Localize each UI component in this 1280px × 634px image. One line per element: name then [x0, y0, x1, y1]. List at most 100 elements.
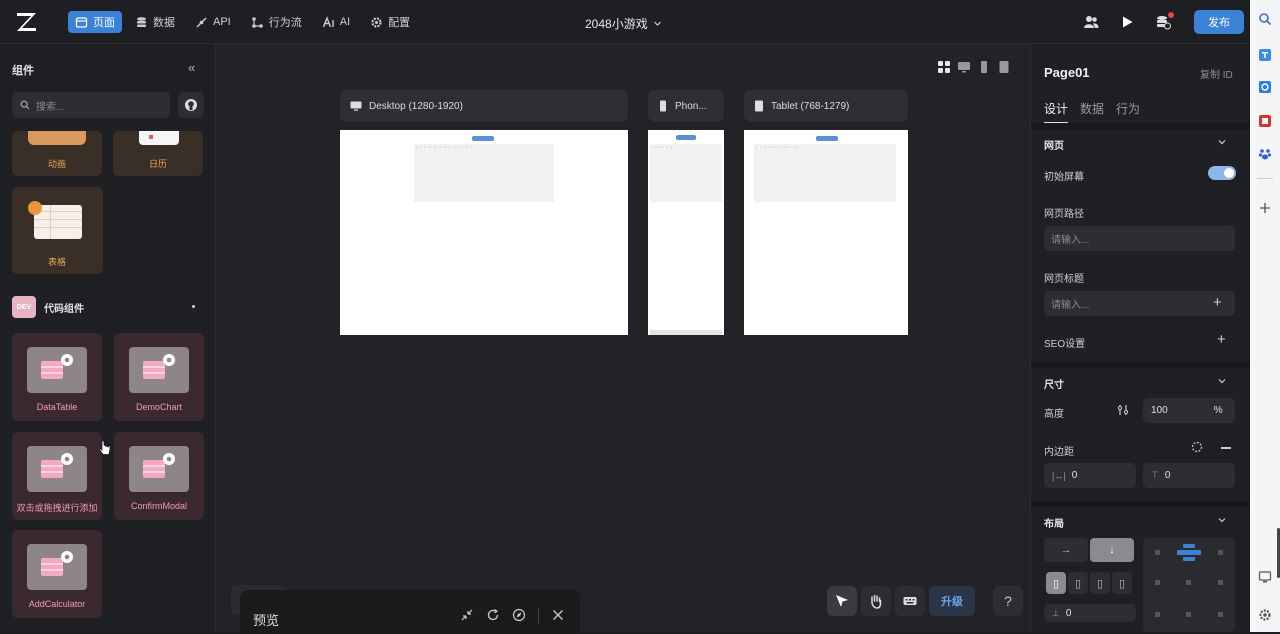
align-dot[interactable] — [1155, 580, 1160, 585]
collapse-arrows-icon[interactable] — [460, 608, 474, 622]
padding-collapse-icon[interactable] — [1221, 447, 1231, 449]
add-seo-icon[interactable]: + — [1217, 331, 1226, 348]
collapse-icon[interactable]: « — [188, 60, 195, 75]
height-unit[interactable]: % — [1214, 405, 1223, 416]
nav-api[interactable]: API — [188, 11, 238, 33]
users-icon[interactable] — [1080, 11, 1102, 33]
direction-column-button[interactable]: ↓ — [1090, 538, 1134, 562]
nav-ai[interactable]: AI — [315, 11, 357, 33]
chevron-down-icon[interactable] — [1217, 515, 1227, 528]
align-dot[interactable] — [1218, 612, 1223, 617]
hand-tool[interactable] — [861, 586, 891, 616]
desktop-view-icon[interactable] — [957, 60, 971, 74]
code-component-label: ConfirmModal — [130, 501, 188, 511]
align-dot[interactable] — [1155, 550, 1160, 555]
add-title-icon[interactable]: + — [1213, 294, 1222, 311]
code-component-demochart[interactable]: DemoChart — [114, 333, 204, 421]
frame-desktop[interactable]: ▪ ▫ ▪ ▫▪ ▪▫ ▪ ▪▫▪ ▫ ▪▫ ▪ ▫▪ ▪ — [340, 130, 628, 335]
tab-design[interactable]: 设计 — [1044, 100, 1069, 124]
align-option-2[interactable]: ▯ — [1068, 572, 1088, 594]
code-component-addcalculator[interactable]: AddCalculator — [12, 530, 102, 618]
height-adjust-icon[interactable] — [1117, 404, 1129, 416]
nav-config[interactable]: 配置 — [363, 11, 417, 33]
frame-tablet[interactable]: ▪ ▫ ▪ ▫▪ ▪▫ ▪ ▪▫▪ ▫ ▪ — [744, 130, 908, 335]
search-icon[interactable] — [1258, 12, 1272, 26]
frame-tab-tablet[interactable]: Tablet (768-1279) — [744, 90, 908, 122]
database-check-icon[interactable] — [1152, 11, 1174, 33]
chevron-down-icon[interactable] — [1217, 137, 1227, 150]
properties-tabs: 设计 数据 行为 — [1044, 100, 1140, 124]
github-icon — [185, 99, 197, 111]
nav-page[interactable]: 页面 — [68, 11, 122, 33]
phone-view-icon[interactable] — [977, 60, 991, 74]
keyboard-tool[interactable] — [895, 586, 925, 616]
tablet-view-icon[interactable] — [997, 60, 1011, 74]
play-icon[interactable] — [1116, 11, 1138, 33]
project-title[interactable]: 2048小游戏 — [585, 15, 662, 32]
paw-icon[interactable] — [1258, 147, 1272, 161]
code-component-confirmmodal[interactable]: ConfirmModal — [114, 432, 204, 520]
component-card-animation[interactable]: 动画 — [12, 131, 102, 176]
outlook-icon[interactable] — [1258, 80, 1272, 94]
add-icon[interactable] — [1258, 201, 1272, 215]
padding-all-icon[interactable] — [1191, 441, 1203, 453]
align-marker-top — [1183, 544, 1195, 548]
translate-icon[interactable] — [1258, 48, 1272, 62]
help-button[interactable]: ? — [993, 586, 1023, 616]
component-card-table[interactable]: 表格 — [12, 187, 103, 274]
align-dot[interactable] — [1155, 612, 1160, 617]
publish-button[interactable]: 发布 — [1194, 10, 1244, 34]
align-option-1[interactable]: ▯ — [1046, 572, 1066, 594]
padding-label: 内边距 — [1044, 447, 1074, 458]
upgrade-button[interactable]: 升级 — [929, 586, 975, 616]
path-input[interactable]: 请输入... — [1044, 226, 1235, 251]
app-icon[interactable] — [1258, 114, 1272, 128]
frame-tab-desktop[interactable]: Desktop (1280-1920) — [340, 90, 628, 122]
direction-row-button[interactable]: → — [1044, 538, 1088, 562]
refresh-icon[interactable] — [486, 608, 500, 622]
alignment-grid[interactable] — [1143, 538, 1235, 632]
database-icon — [137, 16, 146, 27]
compass-icon[interactable] — [512, 608, 526, 622]
gear-icon[interactable] — [1258, 608, 1272, 622]
code-components-header[interactable]: DEV 代码组件 — [12, 296, 84, 318]
section-layout-title[interactable]: 布局 — [1044, 515, 1064, 530]
select-tool[interactable] — [827, 586, 857, 616]
gap-input[interactable]: ⊥ 0 — [1044, 604, 1136, 622]
align-option-4[interactable]: ▯ — [1112, 572, 1132, 594]
align-dot[interactable] — [1218, 550, 1223, 555]
logo-icon[interactable] — [14, 10, 40, 34]
close-icon[interactable] — [551, 608, 565, 622]
section-web-title[interactable]: 网页 — [1044, 137, 1064, 152]
search-input[interactable]: 搜索... — [12, 92, 170, 118]
padding-vertical-input[interactable]: ⊤ 0 — [1143, 463, 1235, 488]
align-dot[interactable] — [1186, 580, 1191, 585]
strip-divider — [1257, 178, 1273, 179]
align-dot[interactable] — [1218, 580, 1223, 585]
chevron-down-icon[interactable] — [1217, 376, 1227, 389]
frame-tab-phone[interactable]: Phon... — [648, 90, 724, 122]
align-dot[interactable] — [1186, 612, 1191, 617]
section-toggle-icon[interactable] — [192, 305, 195, 308]
align-selected-marker[interactable] — [1177, 544, 1201, 562]
screenshot-icon[interactable] — [1258, 570, 1272, 584]
design-canvas[interactable]: Desktop (1280-1920) ▪ ▫ ▪ ▫▪ ▪▫ ▪ ▪▫▪ ▫ … — [217, 44, 1029, 634]
code-component-label: 双击或拖拽进行添加 — [16, 503, 98, 513]
component-card-calendar[interactable]: 日历 — [113, 131, 203, 176]
code-component-tooltip-card[interactable]: 双击或拖拽进行添加 — [12, 432, 102, 520]
nav-flow[interactable]: 行为流 — [244, 11, 309, 33]
padding-horizontal-input[interactable]: |↔| 0 — [1044, 463, 1136, 488]
height-input[interactable]: 100 % — [1143, 398, 1235, 423]
github-button[interactable] — [178, 92, 204, 118]
align-option-3[interactable]: ▯ — [1090, 572, 1110, 594]
code-component-datatable[interactable]: DataTable — [12, 333, 102, 421]
tab-data[interactable]: 数据 — [1080, 100, 1104, 124]
nav-data[interactable]: 数据 — [128, 11, 182, 33]
section-size-title[interactable]: 尺寸 — [1044, 376, 1064, 391]
title-input[interactable]: 请输入... — [1044, 291, 1235, 316]
tab-behavior[interactable]: 行为 — [1116, 100, 1140, 124]
copy-id-button[interactable]: 复制 ID — [1200, 66, 1233, 81]
frame-phone[interactable]: ▪ ▫▪ ▪▫ ▪ ▪ — [648, 130, 724, 335]
grid-view-icon[interactable] — [937, 60, 951, 74]
initial-screen-toggle[interactable] — [1208, 166, 1236, 180]
